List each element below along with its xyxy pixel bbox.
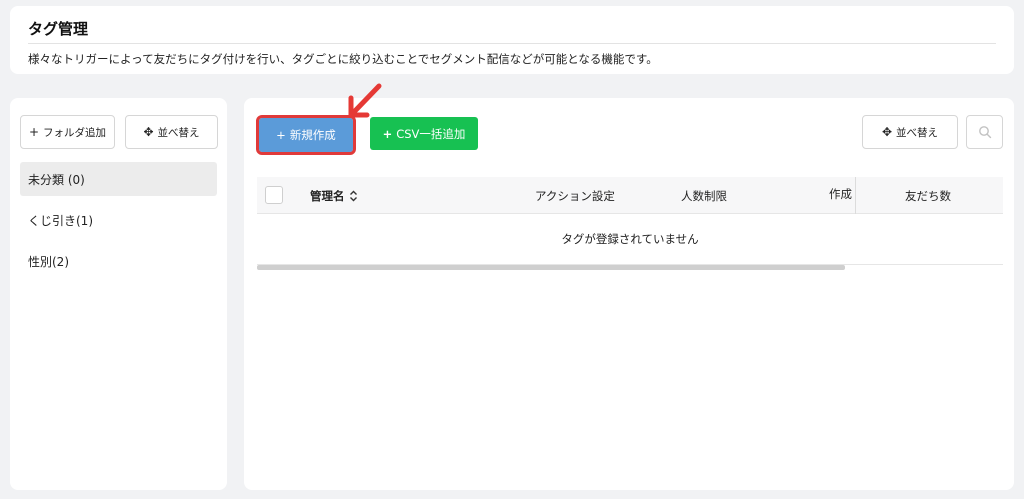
column-header-name[interactable]: 管理名 [310, 177, 358, 214]
title-divider [28, 43, 996, 44]
plus-icon: + [276, 128, 286, 142]
folder-sort-button[interactable]: ✥ 並べ替え [125, 115, 218, 149]
folder-label: 未分類 (0) [28, 172, 85, 187]
new-tag-button[interactable]: + 新規作成 [256, 115, 356, 155]
sort-chevrons-icon [349, 190, 357, 201]
column-header-created: 作成 [829, 186, 852, 201]
folder-item-gender[interactable]: 性別(2) [20, 244, 217, 278]
column-header-action: アクション設定 [535, 188, 615, 203]
page-description: 様々なトリガーによって友だちにタグ付けを行い、タグごとに絞り込むことでセグメント… [28, 52, 658, 66]
horizontal-scrollbar[interactable] [257, 265, 845, 270]
folder-add-label: フォルダ追加 [43, 126, 107, 139]
column-label: 管理名 [310, 188, 345, 203]
folder-sort-label: 並べ替え [157, 126, 200, 139]
tag-panel: + 新規作成 + CSV一括追加 ✥ 並べ替え 管理名 アクション設定 人数制限… [244, 98, 1014, 490]
red-arrow-annotation [348, 83, 382, 118]
search-icon [978, 126, 991, 139]
column-header-friends: 友だち数 [905, 188, 951, 203]
move-arrows-icon: ✥ [881, 125, 893, 139]
page-title: タグ管理 [28, 20, 89, 38]
column-header-limit: 人数制限 [681, 188, 727, 203]
folder-label: 性別(2) [28, 254, 69, 269]
csv-import-label: CSV一括追加 [396, 126, 466, 141]
table-header: 管理名 アクション設定 人数制限 作成 友だち数 [257, 177, 1003, 214]
folder-item-uncategorized[interactable]: 未分類 (0) [20, 162, 217, 196]
folder-item-lottery[interactable]: くじ引き(1) [20, 203, 217, 237]
column-divider [855, 177, 856, 214]
empty-message: タグが登録されていません [561, 232, 699, 246]
tag-sort-label: 並べ替え [896, 126, 939, 139]
folder-add-button[interactable]: + フォルダ追加 [20, 115, 115, 149]
folder-label: くじ引き(1) [28, 213, 93, 228]
folder-panel: + フォルダ追加 ✥ 並べ替え 未分類 (0) くじ引き(1) 性別(2) [10, 98, 227, 490]
tag-sort-button[interactable]: ✥ 並べ替え [862, 115, 958, 149]
plus-icon: + [28, 125, 40, 139]
move-arrows-icon: ✥ [143, 125, 154, 139]
header-card: タグ管理 様々なトリガーによって友だちにタグ付けを行い、タグごとに絞り込むことで… [10, 6, 1014, 74]
search-button[interactable] [966, 115, 1003, 149]
plus-icon: + [382, 126, 393, 141]
select-all-checkbox[interactable] [265, 186, 283, 204]
new-tag-label: 新規作成 [289, 128, 336, 142]
